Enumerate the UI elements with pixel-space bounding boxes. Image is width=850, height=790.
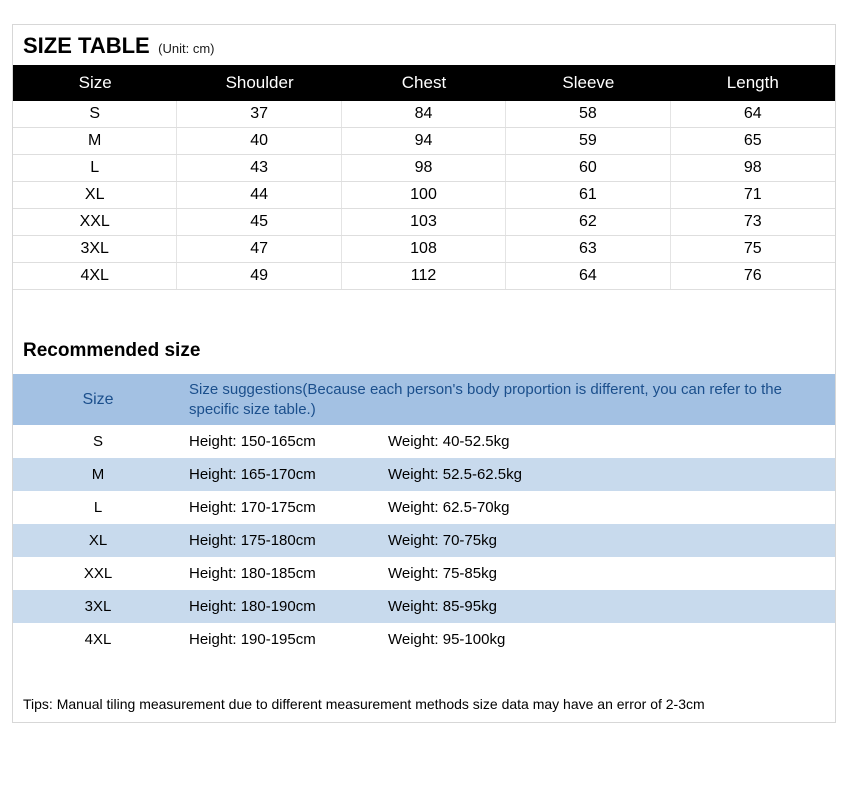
size-table-row: XL441006171 bbox=[13, 182, 835, 209]
size-table-cell: 40 bbox=[177, 128, 341, 154]
recommended-size-cell: 4XL bbox=[13, 623, 183, 656]
size-table-row: 4XL491126476 bbox=[13, 263, 835, 290]
size-table-cell: 45 bbox=[177, 209, 341, 235]
size-table-cell: 37 bbox=[177, 101, 341, 127]
size-table-header-cell: Length bbox=[671, 65, 835, 101]
recommended-height-cell: Height: 150-165cm bbox=[183, 425, 368, 458]
size-table-cell: 112 bbox=[342, 263, 506, 289]
recommended-row: MHeight: 165-170cmWeight: 52.5-62.5kg bbox=[13, 458, 835, 491]
size-card: SIZE TABLE (Unit: cm) Size Shoulder Ches… bbox=[12, 24, 836, 723]
size-table-cell: 3XL bbox=[13, 236, 177, 262]
recommended-height-cell: Height: 180-185cm bbox=[183, 557, 368, 590]
recommended-height-cell: Height: 165-170cm bbox=[183, 458, 368, 491]
size-table-cell: 62 bbox=[506, 209, 670, 235]
size-table-cell: 63 bbox=[506, 236, 670, 262]
size-table-row: XXL451036273 bbox=[13, 209, 835, 236]
recommended-header-size: Size bbox=[13, 374, 183, 425]
size-table-cell: 4XL bbox=[13, 263, 177, 289]
recommended-height-cell: Height: 190-195cm bbox=[183, 623, 368, 656]
recommended-weight-cell: Weight: 52.5-62.5kg bbox=[368, 458, 835, 491]
recommended-size-title: Recommended size bbox=[13, 336, 835, 374]
recommended-header-suggestions: Size suggestions(Because each person's b… bbox=[183, 374, 835, 425]
size-table-header-cell: Size bbox=[13, 65, 177, 101]
recommended-size-cell: S bbox=[13, 425, 183, 458]
size-table-cell: 64 bbox=[506, 263, 670, 289]
size-table-cell: M bbox=[13, 128, 177, 154]
size-table-cell: 65 bbox=[671, 128, 835, 154]
size-table-cell: 98 bbox=[671, 155, 835, 181]
recommended-row: SHeight: 150-165cmWeight: 40-52.5kg bbox=[13, 425, 835, 458]
size-table-cell: 103 bbox=[342, 209, 506, 235]
size-table-cell: 73 bbox=[671, 209, 835, 235]
size-table-row: M40945965 bbox=[13, 128, 835, 155]
size-table-cell: 49 bbox=[177, 263, 341, 289]
size-table-cell: 76 bbox=[671, 263, 835, 289]
recommended-row: XLHeight: 175-180cmWeight: 70-75kg bbox=[13, 524, 835, 557]
size-table-cell: 44 bbox=[177, 182, 341, 208]
recommended-weight-cell: Weight: 70-75kg bbox=[368, 524, 835, 557]
size-table-cell: 59 bbox=[506, 128, 670, 154]
section-gap bbox=[13, 656, 835, 694]
size-table-cell: 108 bbox=[342, 236, 506, 262]
recommended-header-row: Size Size suggestions(Because each perso… bbox=[13, 374, 835, 425]
recommended-row: 3XLHeight: 180-190cmWeight: 85-95kg bbox=[13, 590, 835, 623]
recommended-row: 4XLHeight: 190-195cmWeight: 95-100kg bbox=[13, 623, 835, 656]
recommended-weight-cell: Weight: 62.5-70kg bbox=[368, 491, 835, 524]
recommended-weight-cell: Weight: 40-52.5kg bbox=[368, 425, 835, 458]
size-table-row: 3XL471086375 bbox=[13, 236, 835, 263]
recommended-height-cell: Height: 170-175cm bbox=[183, 491, 368, 524]
size-table-cell: 60 bbox=[506, 155, 670, 181]
size-table-cell: 71 bbox=[671, 182, 835, 208]
size-table-cell: 43 bbox=[177, 155, 341, 181]
recommended-size-cell: XXL bbox=[13, 557, 183, 590]
recommended-weight-cell: Weight: 85-95kg bbox=[368, 590, 835, 623]
recommended-size-cell: M bbox=[13, 458, 183, 491]
size-table-cell: XXL bbox=[13, 209, 177, 235]
size-table-cell: 98 bbox=[342, 155, 506, 181]
size-table-header-cell: Chest bbox=[342, 65, 506, 101]
size-table-row: L43986098 bbox=[13, 155, 835, 182]
recommended-row: LHeight: 170-175cmWeight: 62.5-70kg bbox=[13, 491, 835, 524]
size-table-cell: 64 bbox=[671, 101, 835, 127]
recommended-size-cell: 3XL bbox=[13, 590, 183, 623]
size-table-title-bar: SIZE TABLE (Unit: cm) bbox=[13, 25, 835, 65]
recommended-weight-cell: Weight: 75-85kg bbox=[368, 557, 835, 590]
tips-text: Tips: Manual tiling measurement due to d… bbox=[13, 694, 835, 722]
recommended-weight-cell: Weight: 95-100kg bbox=[368, 623, 835, 656]
section-gap bbox=[13, 290, 835, 336]
size-table-header-cell: Sleeve bbox=[506, 65, 670, 101]
size-table-body: S37845864M40945965L43986098XL441006171XX… bbox=[13, 101, 835, 290]
recommended-body: SHeight: 150-165cmWeight: 40-52.5kgMHeig… bbox=[13, 425, 835, 656]
size-table-unit: (Unit: cm) bbox=[158, 41, 214, 56]
size-table-cell: L bbox=[13, 155, 177, 181]
size-table-cell: 58 bbox=[506, 101, 670, 127]
recommended-size-cell: L bbox=[13, 491, 183, 524]
size-table-cell: 94 bbox=[342, 128, 506, 154]
size-table-title: SIZE TABLE bbox=[23, 33, 150, 58]
recommended-height-cell: Height: 175-180cm bbox=[183, 524, 368, 557]
recommended-row: XXLHeight: 180-185cmWeight: 75-85kg bbox=[13, 557, 835, 590]
size-table-cell: 61 bbox=[506, 182, 670, 208]
size-table-header-row: Size Shoulder Chest Sleeve Length bbox=[13, 65, 835, 101]
size-table-header-cell: Shoulder bbox=[177, 65, 341, 101]
size-table-row: S37845864 bbox=[13, 101, 835, 128]
size-table-cell: 47 bbox=[177, 236, 341, 262]
size-table-cell: 75 bbox=[671, 236, 835, 262]
size-table-cell: 100 bbox=[342, 182, 506, 208]
size-table-cell: S bbox=[13, 101, 177, 127]
recommended-size-cell: XL bbox=[13, 524, 183, 557]
recommended-height-cell: Height: 180-190cm bbox=[183, 590, 368, 623]
size-table-cell: XL bbox=[13, 182, 177, 208]
size-table-cell: 84 bbox=[342, 101, 506, 127]
